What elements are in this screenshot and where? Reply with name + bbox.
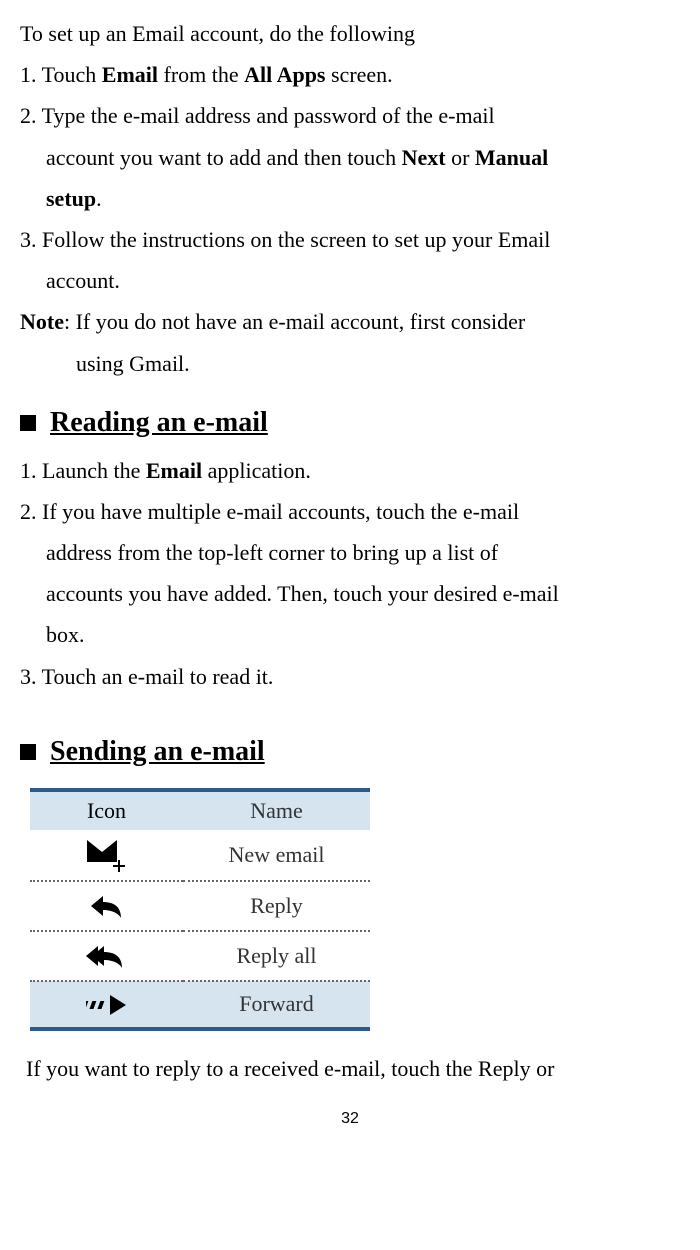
read-step-2-l1: 2. If you have multiple e-mail accounts,… (20, 494, 680, 529)
forward-icon (30, 981, 183, 1029)
page-number: 32 (20, 1110, 680, 1128)
read-step-1: 1. Launch the Email application. (20, 453, 680, 488)
step2-pre: account you want to add and then touch (46, 145, 402, 170)
step-3-line2: account. (20, 263, 680, 298)
step1-post: screen. (326, 62, 393, 87)
read1-pre: 1. Launch the (20, 458, 146, 483)
read-step-3: 3. Touch an e-mail to read it. (20, 659, 680, 694)
table-row: Forward (30, 981, 370, 1029)
document-page: To set up an Email account, do the follo… (0, 0, 700, 1138)
step2-b2: Manual (475, 145, 548, 170)
read-step-2-l2: address from the top-left corner to brin… (20, 535, 680, 570)
heading-sending: Sending an e-mail (20, 736, 680, 768)
note-label: Note (20, 309, 64, 334)
name-reply-all: Reply all (183, 931, 370, 981)
step-2-line2: account you want to add and then touch N… (20, 140, 680, 175)
new-email-icon (30, 830, 183, 881)
read1-post: application. (202, 458, 311, 483)
reply-icon (30, 881, 183, 931)
step-2-line3: setup. (20, 181, 680, 216)
read1-b: Email (146, 458, 202, 483)
tail-text: If you want to reply to a received e-mai… (20, 1051, 680, 1086)
square-bullet-icon (20, 415, 36, 431)
intro-text: To set up an Email account, do the follo… (20, 16, 680, 51)
step2-b1: Next (402, 145, 446, 170)
read-step-2-l4: box. (20, 617, 680, 652)
step-3-line1: 3. Follow the instructions on the screen… (20, 222, 680, 257)
step-1: 1. Touch Email from the All Apps screen. (20, 57, 680, 92)
table-row: New email (30, 830, 370, 881)
table-header-row: Icon Name (30, 790, 370, 830)
step2-or: or (446, 145, 475, 170)
step2-dot: . (96, 186, 102, 211)
name-forward: Forward (183, 981, 370, 1029)
heading-sending-text: Sending an e-mail (50, 736, 265, 768)
header-name: Name (183, 790, 370, 830)
step1-pre: 1. Touch (20, 62, 102, 87)
step1-b2: All Apps (244, 62, 325, 87)
note-line1: Note: If you do not have an e-mail accou… (20, 304, 680, 339)
read-step-2-l3: accounts you have added. Then, touch you… (20, 576, 680, 611)
header-icon: Icon (30, 790, 183, 830)
icon-name-table: Icon Name New email Reply (30, 788, 370, 1031)
step1-b1: Email (102, 62, 158, 87)
name-reply: Reply (183, 881, 370, 931)
heading-reading-text: Reading an e-mail (50, 407, 268, 439)
table-row: Reply (30, 881, 370, 931)
heading-reading: Reading an e-mail (20, 407, 680, 439)
note-line2: using Gmail. (20, 346, 680, 381)
name-new-email: New email (183, 830, 370, 881)
step2-setup: setup (46, 186, 96, 211)
table-row: Reply all (30, 931, 370, 981)
reply-all-icon (30, 931, 183, 981)
step1-mid: from the (158, 62, 244, 87)
square-bullet-icon (20, 744, 36, 760)
step-2-line1: 2. Type the e-mail address and password … (20, 98, 680, 133)
note-text: : If you do not have an e-mail account, … (64, 309, 525, 334)
